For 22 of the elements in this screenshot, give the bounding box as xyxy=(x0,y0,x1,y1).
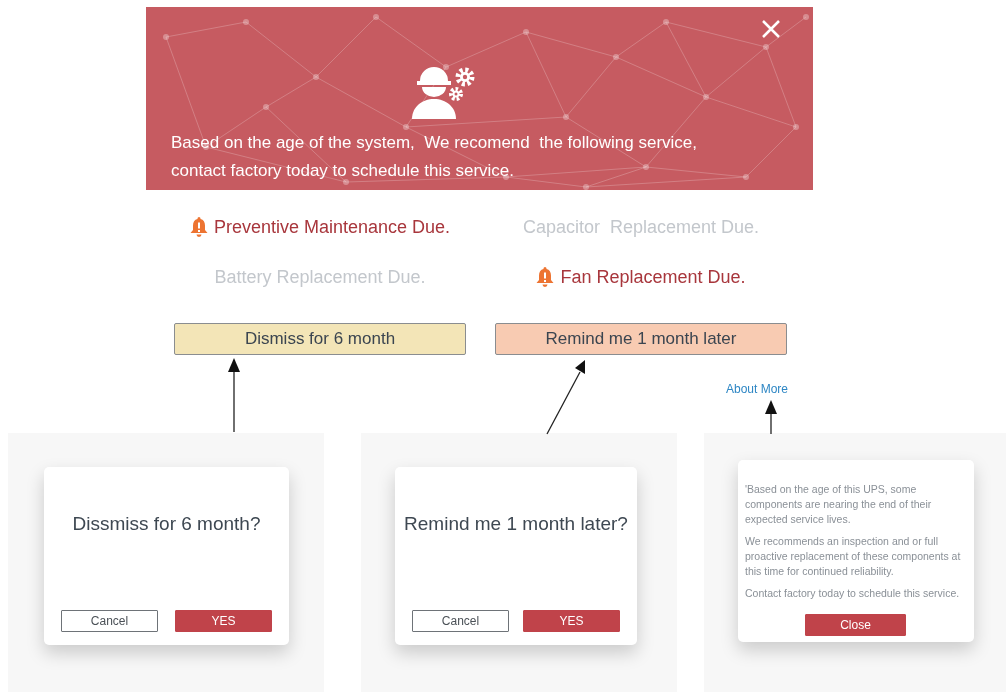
alert-label: Fan Replacement Due. xyxy=(560,266,746,288)
alert-label: Preventive Maintenance Due. xyxy=(213,216,451,238)
close-icon[interactable] xyxy=(761,19,781,39)
dialog-question: Dissmiss for 6 month? xyxy=(71,513,262,535)
about-more-link[interactable]: About More xyxy=(726,382,789,396)
arrow xyxy=(765,400,777,435)
dismiss-button[interactable]: Dismiss for 6 month xyxy=(174,323,466,355)
yes-button[interactable]: YES xyxy=(523,610,620,632)
banner-message: Based on the age of the system, We recomend the following service, contact factory today to schedule this service. xyxy=(171,132,699,182)
yes-button[interactable]: YES xyxy=(175,610,272,632)
cancel-button[interactable]: Cancel xyxy=(412,610,509,632)
alert-label: Capacitor Replacement Due. xyxy=(522,216,760,238)
close-button[interactable]: Close xyxy=(805,614,906,636)
alert-bell-icon xyxy=(189,216,208,238)
alert-label: Battery Replacement Due. xyxy=(214,266,426,288)
remind-button[interactable]: Remind me 1 month later xyxy=(495,323,787,355)
dialog-paragraph: We recommends an inspection and or full proactive replacement of these components at this time for continued reliability. xyxy=(745,534,962,579)
dialog-paragraph: Contact factory today to schedule this service. xyxy=(745,586,961,601)
dialog-paragraph: 'Based on the age of this UPS, some components are nearing the end of their expected service lives. xyxy=(745,482,933,527)
alert-bell-icon xyxy=(536,266,555,288)
cancel-button[interactable]: Cancel xyxy=(61,610,158,632)
dialog-question: Remind me 1 month later? xyxy=(403,513,629,535)
